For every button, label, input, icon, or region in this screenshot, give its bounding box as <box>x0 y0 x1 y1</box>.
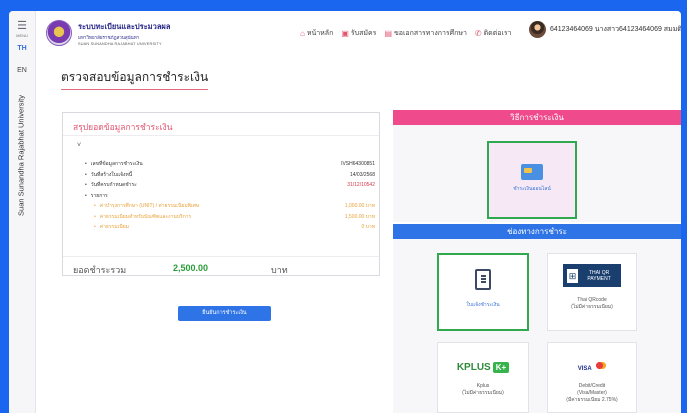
payment-channels-title: ช่องทางการชำระ <box>393 224 681 239</box>
due-date-value: 31/12/10542 <box>347 182 375 189</box>
nav-home-label: หน้าหลัก <box>306 30 334 37</box>
online-payment-label: ชำระเงินออนไลน์ <box>513 186 551 192</box>
payment-summary-card: สรุปยอดข้อมูลการชำระเงิน ˅ เลขที่ข้อมูลก… <box>62 112 380 276</box>
channel-debit-credit-name2: (Visa/Master) <box>577 390 607 396</box>
summary-rows: เลขที่ข้อมูลการชำระเงิน IVSH64300851 วัน… <box>85 159 375 233</box>
channel-thai-qr-name: Thai QRcode <box>577 297 607 303</box>
nav-contact[interactable]: ✆ ติดต่อเรา <box>475 28 512 39</box>
channel-invoice-label: ใบแจ้งชำระเงิน <box>466 302 500 308</box>
kplus-logo-text: KPLUS <box>456 362 491 373</box>
online-payment-option[interactable]: ชำระเงินออนไลน์ <box>487 141 577 219</box>
vertical-university-name: Suan Sunandha Rajabhat University <box>16 95 26 216</box>
form-icon: ▣ <box>341 29 349 38</box>
university-logo[interactable] <box>46 20 72 46</box>
nav-contact-label: ติดต่อเรา <box>483 30 512 37</box>
fee-item-label: ค่าธรรมเนียม <box>94 223 129 231</box>
fee-item-value: 0 บาท <box>361 224 375 231</box>
invoice-icon <box>475 269 491 290</box>
top-bar: ระบบทะเบียนและประมวลผล มหาวิทยาลัยราชภัฏ… <box>36 11 681 55</box>
total-currency: บาท <box>271 265 288 275</box>
items-label: รายการ <box>85 192 108 200</box>
user-name: 64123464069 นางสาว64123464069 สมมติ Y <box>550 26 681 33</box>
channel-kplus-note: (ไม่มีค่าธรรมเนียม) <box>462 390 504 396</box>
payment-channels-panel: ช่องทางการชำระ ใบแจ้งชำระเงิน ⊞ THAI QR P… <box>393 224 681 413</box>
visa-logo: VISA <box>577 366 592 372</box>
main-nav: ⌂ หน้าหลัก ▣ รับสมัคร ▤ ขอเอกสารทางการศึกษา… <box>300 28 512 39</box>
app-window: ☰ MENU TH EN Suan Sunandha Rajabhat Univ… <box>9 11 681 413</box>
fee-item-value: 1,500.00 บาท <box>344 213 375 220</box>
fee-item-label: ค่าธรรมเนียมสำหรับบัณฑิตและงานบริการ <box>94 213 191 221</box>
thai-qr-logo: ⊞ THAI QR PAYMENT <box>563 264 621 287</box>
channel-thai-qr-note: (ไม่มีค่าธรรมเนียม) <box>571 304 613 310</box>
total-label: ยอดชำระรวม <box>73 265 127 275</box>
document-icon: ▤ <box>384 29 392 38</box>
payment-method-panel: วิธีการชำระเงิน ชำระเงินออนไลน์ <box>393 110 681 222</box>
fee-items: ค่าบำรุงการศึกษา (UNIT) / ค่าธรรมเนียมพิ… <box>85 201 375 233</box>
total-row: ยอดชำระรวม 2,500.00 บาท <box>63 256 379 277</box>
summary-row-due-date: วันที่ครบกำหนดชำระ 31/12/10542 <box>85 180 375 191</box>
phone-icon: ✆ <box>474 29 482 38</box>
channel-debit-credit-name: Debit/Credit <box>578 383 606 389</box>
channel-invoice[interactable]: ใบแจ้งชำระเงิน <box>437 253 529 331</box>
fee-item: ค่าธรรมเนียม 0 บาท <box>94 222 375 233</box>
summary-row-created-date: วันที่สร้างใบแจ้งหนี้ 14/03/2568 <box>85 170 375 181</box>
summary-row-value: 14/03/2568 <box>349 171 375 178</box>
left-rail: ☰ MENU TH EN Suan Sunandha Rajabhat Univ… <box>9 11 36 413</box>
qr-icon: ⊞ <box>567 268 579 283</box>
thai-qr-logo-text: THAI QR PAYMENT <box>587 269 611 282</box>
channel-debit-credit[interactable]: VISA Debit/Credit (Visa/Master) (มีค่าธร… <box>547 342 637 413</box>
fee-item: ค่าธรรมเนียมสำหรับบัณฑิตและงานบริการ 1,5… <box>94 212 375 223</box>
summary-title: สรุปยอดข้อมูลการชำระเงิน <box>63 113 379 136</box>
nav-admission-label: รับสมัคร <box>350 30 377 37</box>
total-amount: 2,500.00 <box>173 263 209 273</box>
channel-kplus[interactable]: KPLUS K+ Kplus (ไม่มีค่าธรรมเนียม) <box>437 342 529 413</box>
summary-row-label: วันที่ครบกำหนดชำระ <box>85 181 137 189</box>
channel-thai-qr[interactable]: ⊞ THAI QR PAYMENT Thai QRcode (ไม่มีค่าธร… <box>547 253 637 331</box>
channel-kplus-name: Kplus <box>476 383 490 389</box>
summary-row-items: รายการ <box>85 191 375 202</box>
user-menu[interactable]: 64123464069 นางสาว64123464069 สมมติ Y <box>529 21 681 38</box>
hamburger-icon[interactable]: ☰ <box>15 21 29 32</box>
language-th[interactable]: TH <box>13 45 31 52</box>
university-name-en: SUAN SUNANDHA RAJABHAT UNIVERSITY <box>78 42 162 46</box>
chevron-down-icon[interactable]: ˅ <box>77 142 81 149</box>
nav-admission[interactable]: ▣ รับสมัคร <box>341 28 376 39</box>
university-title: ระบบทะเบียนและประมวลผล มหาวิทยาลัยราชภัฏ… <box>78 21 170 46</box>
fee-item: ค่าบำรุงการศึกษา (UNIT) / ค่าธรรมเนียมพิ… <box>94 201 375 212</box>
summary-row-label: เลขที่ข้อมูลการชำระเงิน <box>85 160 143 168</box>
summary-row-invoice-no: เลขที่ข้อมูลการชำระเงิน IVSH64300851 <box>85 159 375 170</box>
fee-item-value: 1,000.00 บาท <box>344 203 375 210</box>
university-name-th: มหาวิทยาลัยราชภัฏสวนสุนันทา <box>78 35 140 40</box>
language-en[interactable]: EN <box>13 67 31 74</box>
summary-row-value: IVSH64300851 <box>341 161 375 168</box>
k-plus-badge-icon: K+ <box>492 362 510 373</box>
nav-request-documents-label: ขอเอกสารทางการศึกษา <box>394 30 467 37</box>
channel-debit-credit-note: (มีค่าธรรมเนียม 2.75%) <box>566 397 618 403</box>
page-title: ตรวจสอบข้อมูลการชำระเงิน <box>61 68 209 90</box>
confirm-payment-button[interactable]: ยืนยันการชำระเงิน <box>178 306 271 321</box>
system-name: ระบบทะเบียนและประมวลผล <box>78 22 171 31</box>
credit-card-icon <box>521 164 543 180</box>
home-icon: ⌂ <box>300 29 305 38</box>
payment-method-title: วิธีการชำระเงิน <box>393 110 681 125</box>
mastercard-icon <box>596 362 607 370</box>
menu-label: MENU <box>16 33 28 38</box>
card-brand-logos: VISA <box>548 357 636 375</box>
kplus-logo: KPLUS K+ <box>456 362 510 373</box>
fee-item-label: ค่าบำรุงการศึกษา (UNIT) / ค่าธรรมเนียมพิ… <box>94 202 199 210</box>
nav-home[interactable]: ⌂ หน้าหลัก <box>300 28 333 39</box>
nav-request-documents[interactable]: ▤ ขอเอกสารทางการศึกษา <box>384 28 466 39</box>
summary-row-label: วันที่สร้างใบแจ้งหนี้ <box>85 171 132 179</box>
avatar-icon <box>529 21 546 38</box>
